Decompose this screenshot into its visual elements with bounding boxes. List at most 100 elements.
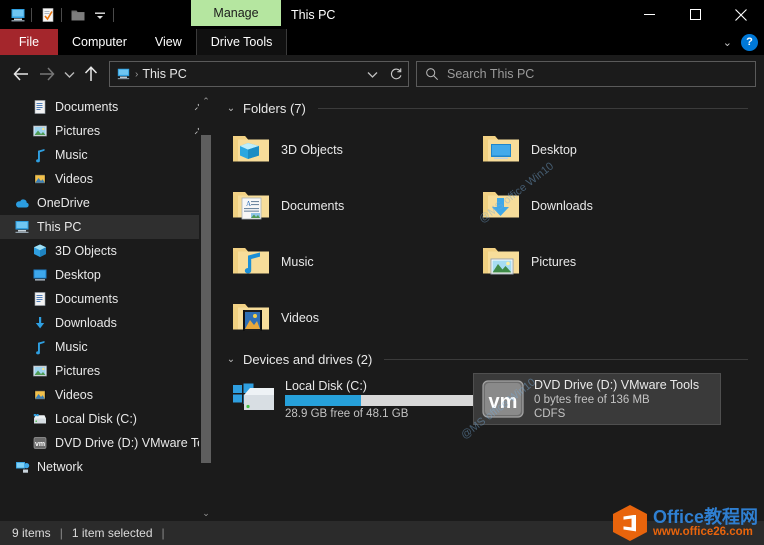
sidebar-item-documents[interactable]: Documents	[0, 287, 213, 311]
breadcrumb[interactable]: › This PC	[116, 67, 187, 81]
drives-chevron-icon[interactable]: ⌄	[225, 354, 237, 365]
sidebar-item-local-disk-c[interactable]: Local Disk (C:)	[0, 407, 213, 431]
this-pc-icon[interactable]	[7, 4, 29, 26]
forward-button[interactable]	[34, 60, 60, 88]
properties-icon[interactable]	[37, 4, 59, 26]
svg-text:A: A	[246, 200, 251, 208]
help-icon[interactable]: ?	[741, 33, 758, 51]
qat-divider-2	[61, 7, 65, 22]
folder-tile[interactable]: 3D Objects	[225, 122, 475, 178]
sidebar-item-3d-objects[interactable]: 3D Objects	[0, 239, 213, 263]
sidebar-item-this-pc[interactable]: This PC	[0, 215, 213, 239]
qat-divider-3	[113, 7, 117, 22]
folders-group-header[interactable]: ⌄ Folders (7)	[225, 101, 754, 116]
drives-group-header[interactable]: ⌄ Devices and drives (2)	[225, 352, 754, 367]
folder-pictures-icon	[481, 242, 521, 282]
folder-tile[interactable]: Pictures	[475, 234, 725, 290]
sidebar-item-label: Documents	[55, 100, 119, 114]
sidebar-item-downloads[interactable]: Downloads	[0, 311, 213, 335]
explorer-body: Documents Pictures Music Videos OneDrive This…	[0, 93, 764, 521]
tab-view-label: View	[154, 35, 182, 49]
folder-music-icon	[231, 242, 271, 282]
refresh-icon[interactable]	[384, 62, 408, 86]
title-bar: Manage This PC	[0, 0, 764, 29]
file-explorer-window: Manage This PC File Computer View Drive …	[0, 0, 764, 545]
folders-chevron-icon[interactable]: ⌄	[225, 103, 237, 114]
scroll-down-arrow-icon[interactable]: ⌄	[199, 505, 213, 521]
minimize-button[interactable]	[626, 0, 672, 29]
recent-locations-button[interactable]	[60, 60, 78, 88]
navigation-scrollbar[interactable]: ⌃ ⌄	[199, 93, 213, 521]
back-button[interactable]	[8, 60, 34, 88]
contextual-tab-manage[interactable]: Manage	[191, 0, 281, 26]
folder-videos-icon	[231, 298, 271, 338]
status-item-count: 9 items	[12, 526, 51, 540]
tab-drive-tools[interactable]: Drive Tools	[195, 29, 288, 55]
sidebar-item-documents[interactable]: Documents	[0, 95, 213, 119]
status-selection: 1 item selected	[71, 526, 153, 540]
folder-tile[interactable]: Desktop	[475, 122, 725, 178]
up-button[interactable]	[78, 60, 104, 88]
window-title: This PC	[291, 0, 335, 29]
folder-tile-label: Videos	[281, 311, 319, 325]
sidebar-item-label: Music	[55, 148, 88, 162]
tab-file[interactable]: File	[0, 29, 58, 55]
drive-name: Local Disk (C:)	[285, 378, 367, 393]
sidebar-item-label: Music	[55, 340, 88, 354]
scroll-up-arrow-icon[interactable]: ⌃	[199, 93, 213, 109]
pictures-icon	[30, 121, 50, 141]
sidebar-item-label: Videos	[55, 172, 93, 186]
drive-filesystem: CDFS	[534, 408, 566, 420]
sidebar-item-pictures[interactable]: Pictures	[0, 359, 213, 383]
svg-text:vm: vm	[489, 391, 518, 413]
tab-view[interactable]: View	[141, 29, 196, 55]
watermark-url: www.office26.com	[652, 526, 753, 539]
new-folder-icon[interactable]	[67, 4, 89, 26]
sidebar-item-videos[interactable]: Videos	[0, 383, 213, 407]
sidebar-item-videos[interactable]: Videos	[0, 167, 213, 191]
sidebar-item-label: Pictures	[55, 124, 101, 138]
status-separator-1: |	[59, 526, 63, 540]
tab-computer-label: Computer	[72, 35, 127, 49]
desktop-icon	[30, 265, 50, 285]
folder-downloads-icon	[481, 186, 521, 226]
folders-group-rule	[317, 108, 748, 109]
chevron-down-icon[interactable]: ⌄	[723, 36, 732, 49]
customize-qat-icon[interactable]	[89, 4, 111, 26]
drive-tile[interactable]: Local Disk (C:) 28.9 GB free of 48.1 GB	[225, 373, 475, 425]
sidebar-item-label: Pictures	[55, 364, 101, 378]
office-logo-icon	[612, 505, 647, 541]
address-path-box[interactable]: › This PC	[109, 61, 409, 87]
harddrive-windows-icon	[231, 378, 277, 420]
drive-tile[interactable]: vm DVD Drive (D:) VMware Tools 0 bytes fre…	[473, 373, 721, 425]
folder-tile-label: Music	[281, 255, 314, 269]
folder-tile[interactable]: Music	[225, 234, 475, 290]
sidebar-item-music[interactable]: Music	[0, 143, 213, 167]
tab-computer[interactable]: Computer	[58, 29, 141, 55]
qat-divider-1	[31, 7, 35, 22]
sidebar-item-music[interactable]: Music	[0, 335, 213, 359]
close-button[interactable]	[718, 0, 764, 29]
music-icon	[30, 145, 50, 165]
sidebar-item-network[interactable]: Network	[0, 455, 213, 479]
sidebar-item-label: OneDrive	[37, 196, 90, 210]
music-icon	[30, 337, 50, 357]
sidebar-item-desktop[interactable]: Desktop	[0, 263, 213, 287]
sidebar-item-dvd-drive-d-vmware-tools[interactable]: vm DVD Drive (D:) VMware Tools	[0, 431, 213, 455]
ribbon-tab-bar: File Computer View Drive Tools ⌄ ?	[0, 29, 764, 55]
sidebar-item-label: Desktop	[55, 268, 101, 282]
folder-tile[interactable]: A Documents	[225, 178, 475, 234]
address-dropdown-icon[interactable]	[360, 62, 384, 86]
search-box[interactable]: Search This PC	[416, 61, 756, 87]
sidebar-item-onedrive[interactable]: OneDrive	[0, 191, 213, 215]
sidebar-item-pictures[interactable]: Pictures	[0, 119, 213, 143]
folder-tile[interactable]: Downloads	[475, 178, 725, 234]
address-bar: › This PC Search This PC	[0, 55, 764, 93]
sidebar-item-label: 3D Objects	[55, 244, 117, 258]
folder-documents-icon: A	[231, 186, 271, 226]
sidebar-item-label: Downloads	[55, 316, 117, 330]
breadcrumb-pc-icon	[117, 68, 130, 80]
maximize-button[interactable]	[672, 0, 718, 29]
folder-tile[interactable]: Videos	[225, 290, 475, 346]
scrollbar-thumb[interactable]	[201, 135, 211, 463]
